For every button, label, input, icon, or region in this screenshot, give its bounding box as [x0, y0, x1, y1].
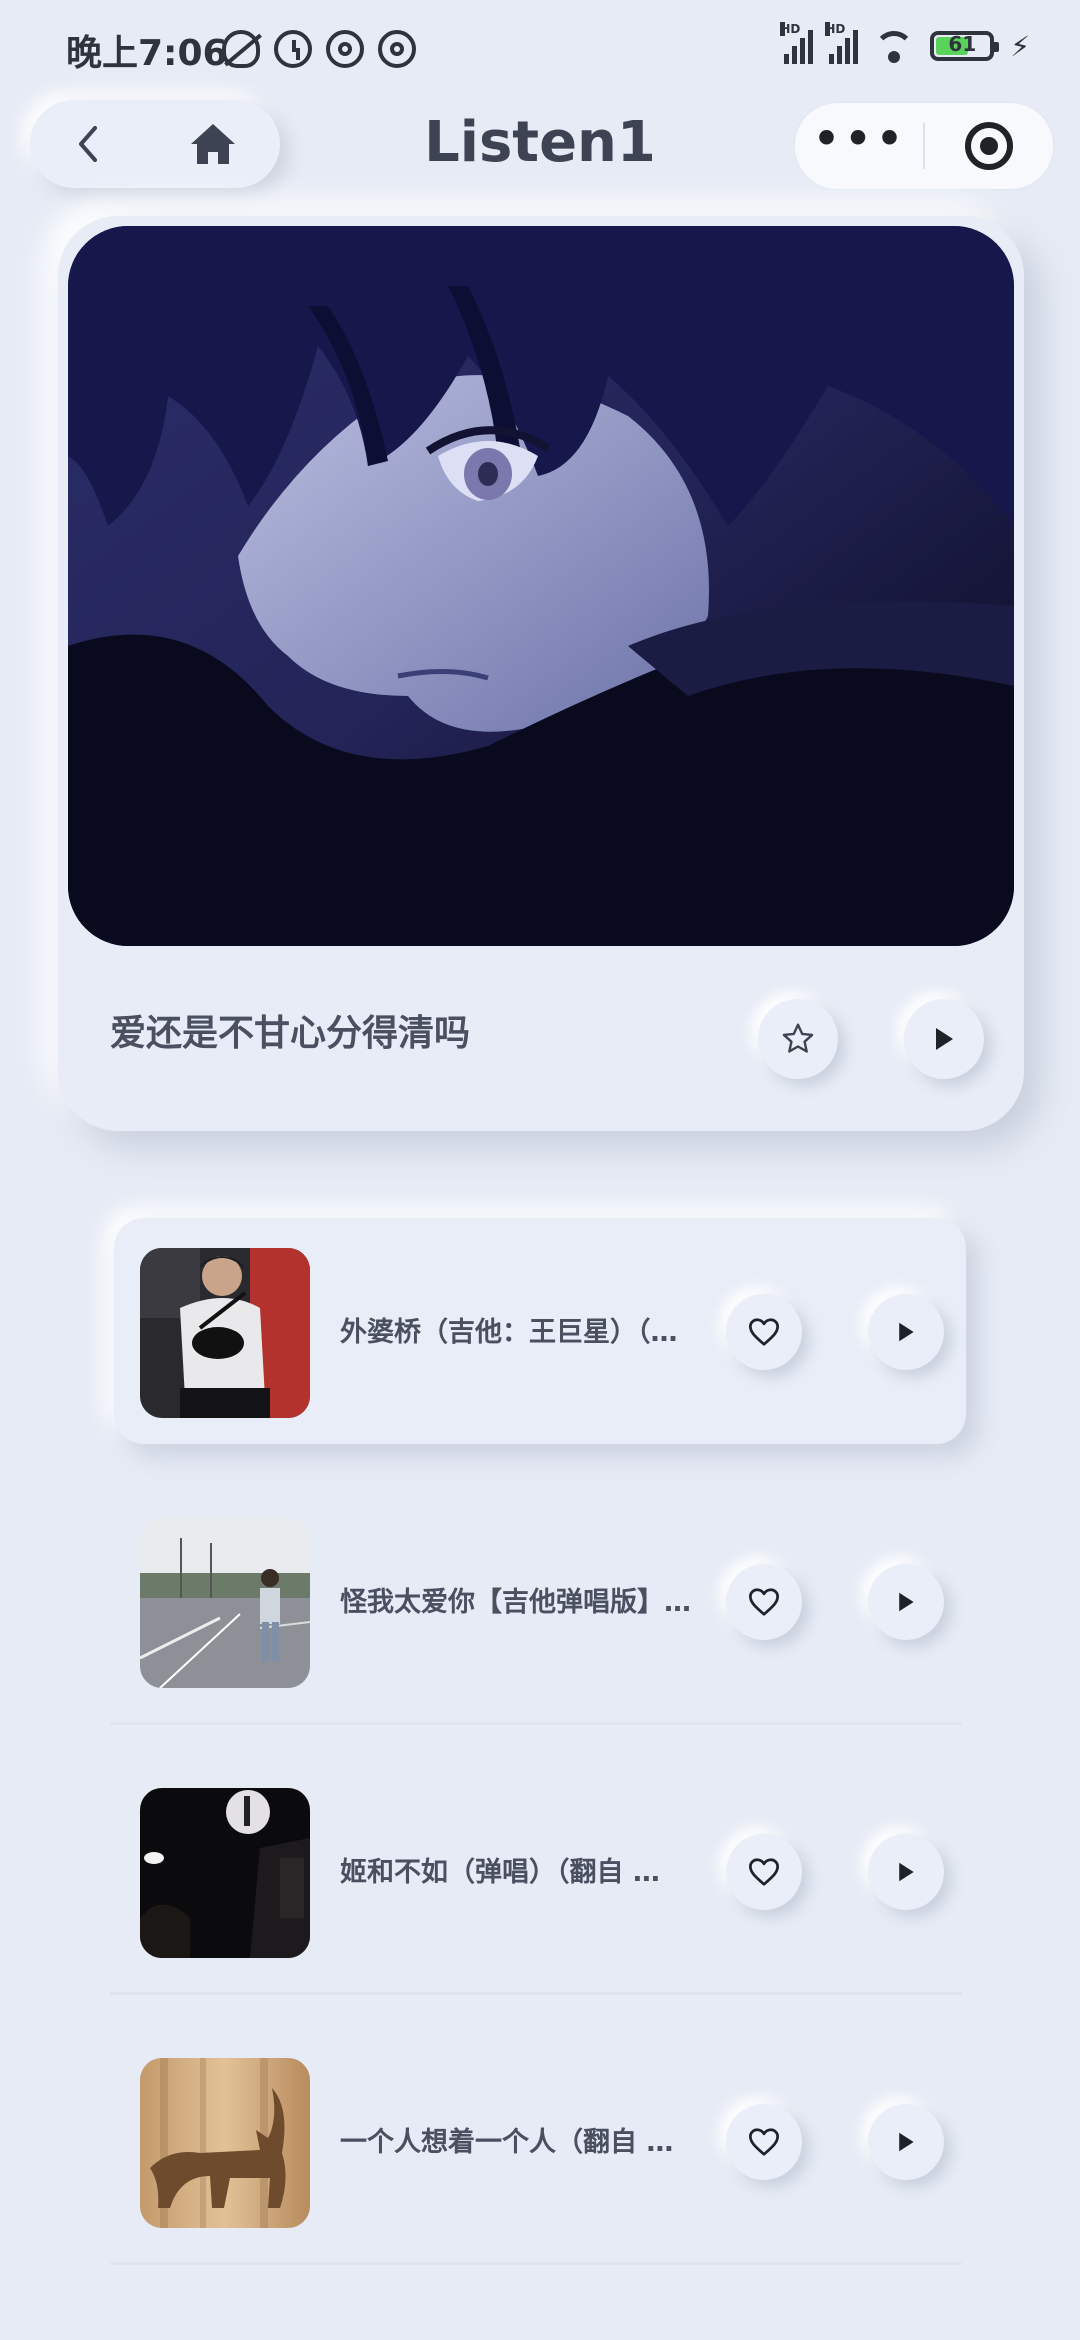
play-button[interactable]: [904, 999, 984, 1079]
play-icon: [899, 1592, 914, 1612]
heart-icon: [749, 2128, 779, 2156]
song-title: 怪我太爱你【吉他弹唱版】…: [340, 1587, 691, 1618]
wifi-icon: [874, 31, 915, 63]
featured-song-title: 爱还是不甘心分得清吗: [110, 1013, 471, 1054]
play-icon: [936, 1028, 953, 1050]
song-thumbnail: [140, 1248, 310, 1418]
heart-icon: [749, 1858, 779, 1886]
play-button[interactable]: [868, 1294, 944, 1370]
play-icon: [899, 1322, 914, 1342]
song-list-item[interactable]: 姬和不如（弹唱）（翻自 …: [114, 1758, 966, 1984]
battery-level: 61: [948, 32, 977, 56]
featured-cover-image: [68, 226, 1014, 946]
song-thumbnail: [140, 1518, 310, 1688]
status-time: 晚上7:06: [66, 33, 228, 74]
like-button[interactable]: [726, 1564, 802, 1640]
list-divider: [110, 2262, 962, 2265]
status-bar: 晚上7:06 HD HD 61 ⚡: [0, 0, 1080, 100]
battery-icon: 61: [930, 31, 1000, 61]
song-thumbnail: [140, 1788, 310, 1958]
mini-program-capsule: •••: [794, 102, 1054, 190]
song-title: 外婆桥（吉他：王巨星）（…: [340, 1317, 678, 1348]
alarm-icon: [274, 30, 312, 68]
play-icon: [899, 2132, 914, 2152]
play-button[interactable]: [868, 2104, 944, 2180]
favorite-button[interactable]: [758, 999, 838, 1079]
mute-bell-icon: [222, 30, 260, 68]
charging-icon: ⚡: [1010, 29, 1030, 63]
play-icon: [899, 1862, 914, 1882]
like-button[interactable]: [726, 1834, 802, 1910]
play-button[interactable]: [868, 1834, 944, 1910]
list-divider: [110, 1722, 962, 1725]
status-icons-right: HD HD 61 ⚡: [780, 22, 1030, 64]
featured-card[interactable]: 爱还是不甘心分得清吗: [58, 216, 1024, 1131]
like-button[interactable]: [726, 2104, 802, 2180]
list-divider: [110, 1992, 962, 1995]
play-button[interactable]: [868, 1564, 944, 1640]
star-icon: [782, 1023, 814, 1053]
heart-icon: [749, 1318, 779, 1346]
song-title: 一个人想着一个人（翻自 …: [340, 2127, 674, 2158]
song-list-item[interactable]: 怪我太爱你【吉他弹唱版】…: [114, 1488, 966, 1714]
hd-label: HD: [780, 22, 801, 36]
like-button[interactable]: [726, 1294, 802, 1370]
song-list-item[interactable]: 一个人想着一个人（翻自 …: [114, 2028, 966, 2254]
signal-icon: HD: [780, 22, 814, 64]
status-icons-left: [222, 30, 416, 68]
signal-icon: HD: [825, 22, 859, 64]
hd-label: HD: [825, 22, 846, 36]
at-icon: [326, 30, 364, 68]
target-icon: [965, 122, 1013, 170]
song-list-item[interactable]: 外婆桥（吉他：王巨星）（…: [114, 1218, 966, 1444]
capsule-close-button[interactable]: [925, 122, 1053, 170]
heart-icon: [749, 1588, 779, 1616]
song-title: 姬和不如（弹唱）（翻自 …: [340, 1857, 660, 1888]
song-thumbnail: [140, 2058, 310, 2228]
more-dots-icon[interactable]: •••: [795, 114, 923, 164]
at-icon: [378, 30, 416, 68]
